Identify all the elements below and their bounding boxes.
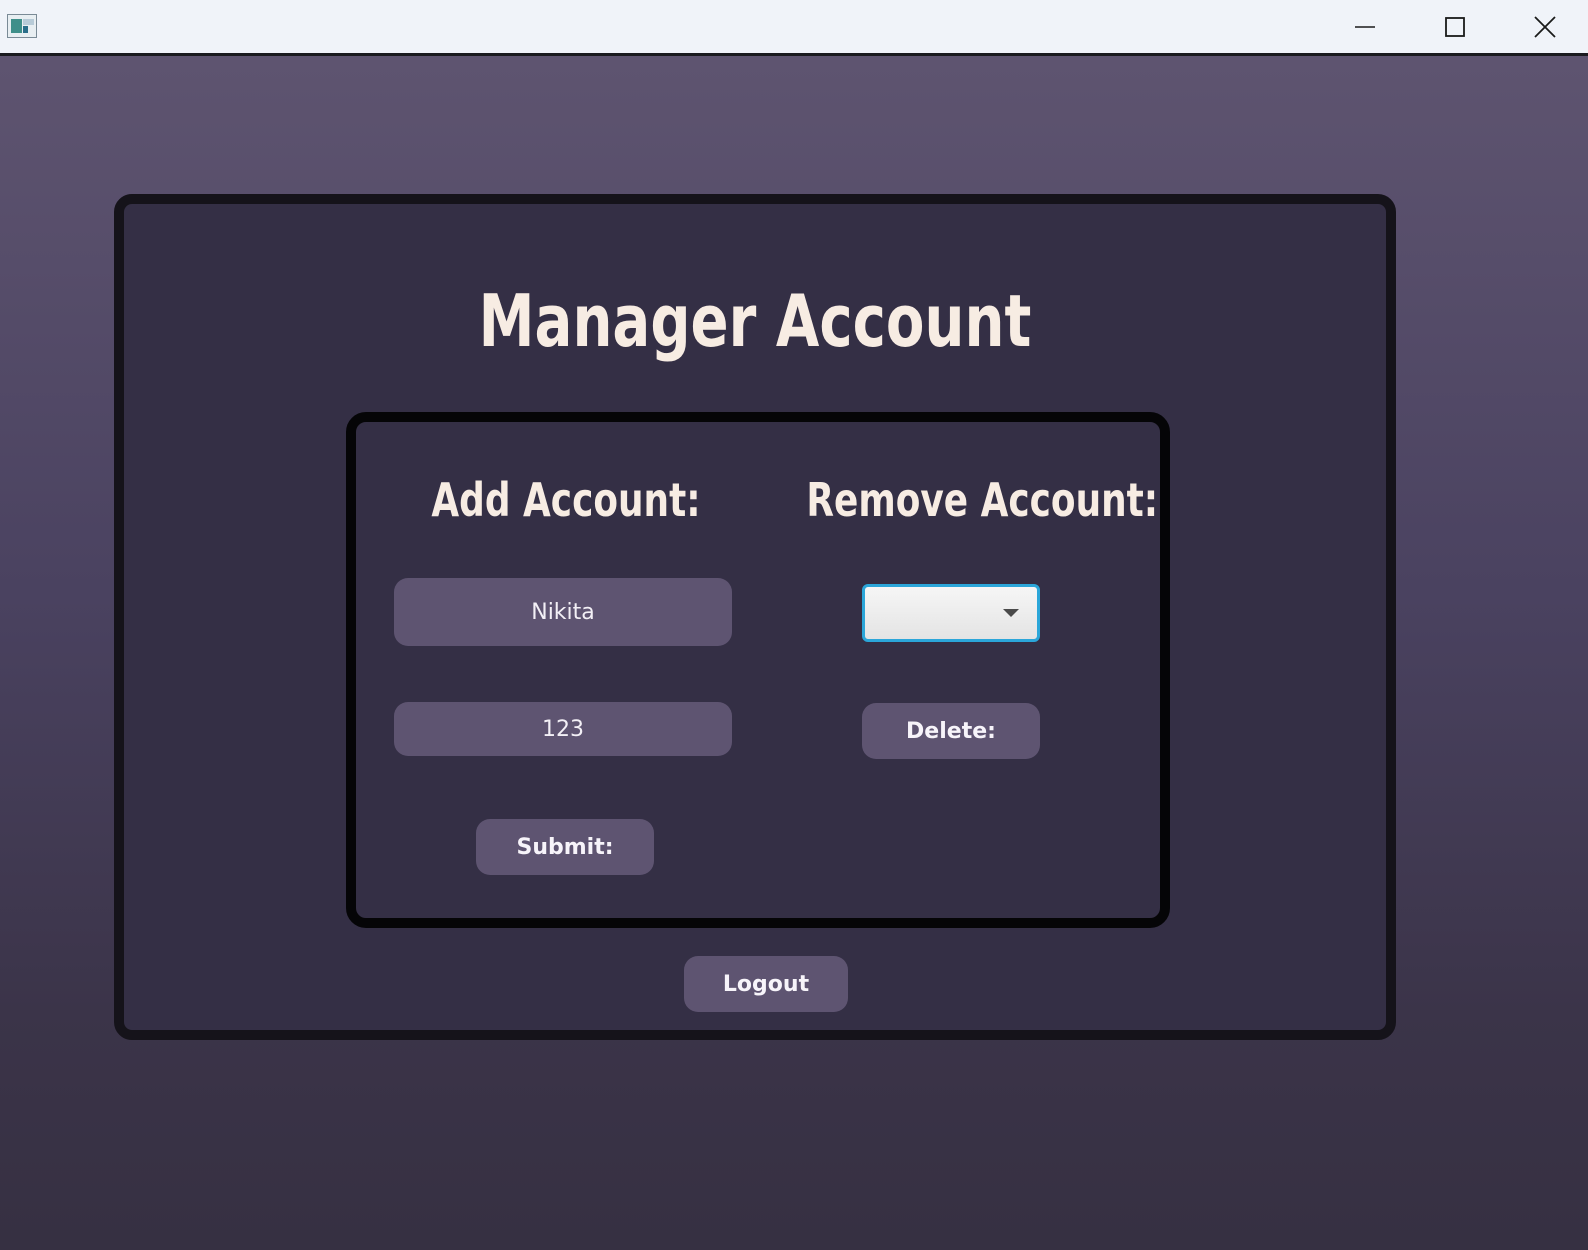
app-icon (7, 14, 37, 38)
password-field[interactable] (394, 702, 732, 756)
page-title: Manager Account (478, 279, 1032, 363)
logout-button[interactable]: Logout (684, 956, 848, 1012)
username-field[interactable] (394, 578, 732, 646)
application-window: Manager Account Add Account: Remove Acco… (0, 0, 1588, 1250)
minimize-icon (1355, 25, 1375, 28)
close-button[interactable] (1500, 0, 1588, 53)
window-content: Manager Account Add Account: Remove Acco… (0, 56, 1588, 1250)
account-management-panel: Add Account: Remove Account: Submit: Del… (346, 412, 1170, 928)
add-account-heading: Add Account: (431, 473, 701, 527)
maximize-button[interactable] (1410, 0, 1500, 53)
account-select[interactable] (862, 584, 1040, 642)
close-icon (1534, 15, 1556, 38)
dropdown-arrow-icon (1003, 609, 1019, 617)
minimize-button[interactable] (1320, 0, 1410, 53)
delete-button[interactable]: Delete: (862, 703, 1040, 759)
remove-account-heading: Remove Account: (806, 473, 1159, 527)
title-bar (0, 0, 1588, 56)
manager-panel: Manager Account Add Account: Remove Acco… (114, 194, 1396, 1040)
submit-button[interactable]: Submit: (476, 819, 654, 875)
maximize-icon (1445, 16, 1465, 37)
